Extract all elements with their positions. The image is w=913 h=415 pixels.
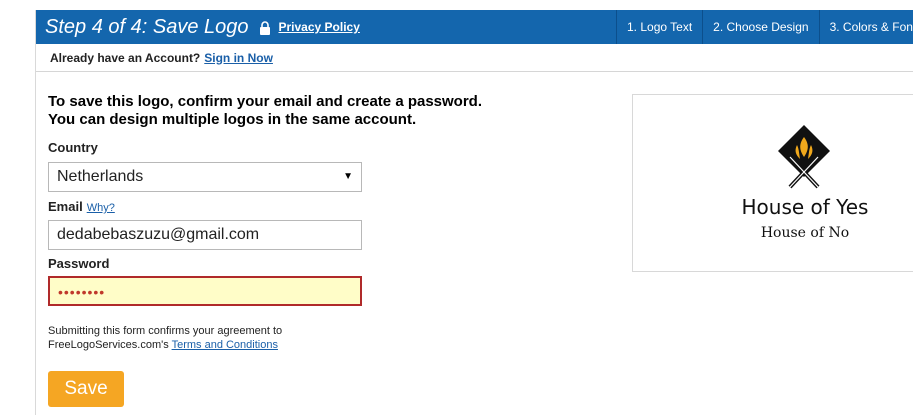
step-tabs: 1. Logo Text 2. Choose Design 3. Colors … — [616, 10, 913, 44]
tab-colors-fonts[interactable]: 3. Colors & Fonts — [818, 10, 913, 44]
top-strip — [0, 0, 913, 10]
lock-icon — [259, 21, 271, 35]
logo-preview: House of Yes House of No — [632, 94, 913, 272]
tab-choose-design[interactable]: 2. Choose Design — [702, 10, 819, 44]
page-title: Step 4 of 4: Save Logo — [45, 15, 249, 38]
email-label: Email — [48, 199, 83, 214]
logo-sub-text: House of No — [760, 225, 850, 241]
header-bar: Step 4 of 4: Save Logo Privacy Policy 1.… — [36, 10, 913, 44]
why-link[interactable]: Why? — [87, 202, 115, 214]
agreement-line-2: FreeLogoServices.com's Terms and Conditi… — [48, 338, 282, 352]
sign-in-link[interactable]: Sign in Now — [204, 51, 273, 65]
password-label: Password — [48, 256, 110, 271]
agreement-text: Submitting this form confirms your agree… — [48, 324, 282, 352]
email-field[interactable]: dedabebaszuzu@gmail.com — [48, 220, 362, 250]
page: Step 4 of 4: Save Logo Privacy Policy 1.… — [0, 0, 913, 415]
privacy-policy-link[interactable]: Privacy Policy — [279, 20, 360, 34]
email-label-row: Email Why? — [48, 199, 115, 214]
agreement-site: FreeLogoServices.com's — [48, 339, 169, 351]
country-label: Country — [48, 140, 98, 155]
password-field[interactable]: •••••••• — [48, 276, 362, 306]
agreement-line-1: Submitting this form confirms your agree… — [48, 325, 283, 337]
account-bar: Already have an Account? Sign in Now — [36, 44, 913, 72]
intro-line-1: To save this logo, confirm your email an… — [48, 93, 483, 110]
grill-flame-diamond-icon — [778, 125, 830, 189]
account-prompt: Already have an Account? — [50, 50, 201, 65]
logo-main-text: House of Yes — [741, 195, 869, 219]
tab-logo-text[interactable]: 1. Logo Text — [616, 10, 703, 44]
country-value: Netherlands — [57, 168, 144, 185]
save-button[interactable]: Save — [48, 371, 124, 407]
form-intro: To save this logo, confirm your email an… — [48, 93, 482, 129]
country-select[interactable]: Netherlands ▼ — [48, 162, 362, 192]
terms-link[interactable]: Terms and Conditions — [172, 339, 278, 351]
intro-line-2: You can design multiple logos in the sam… — [48, 111, 417, 128]
dropdown-arrow-icon: ▼ — [343, 171, 353, 182]
